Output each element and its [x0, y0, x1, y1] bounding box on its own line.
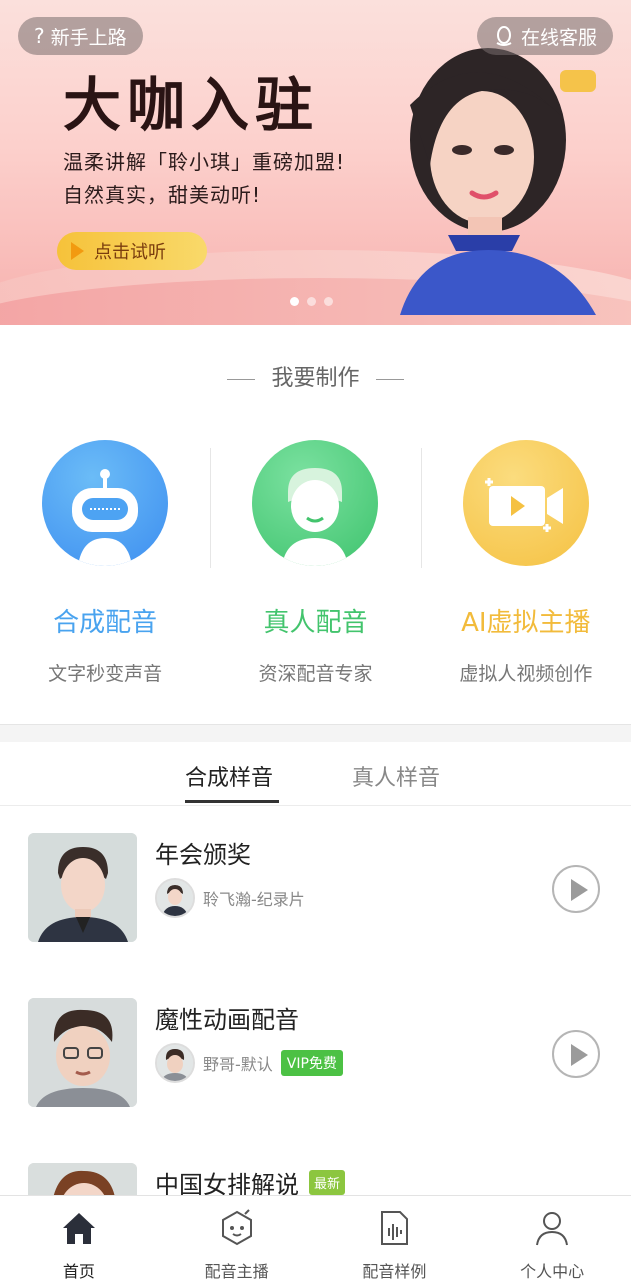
carousel-dot — [324, 297, 333, 306]
play-sample-button[interactable] — [552, 1030, 600, 1078]
make-heading-text: 我要制作 — [271, 366, 360, 391]
audio-file-icon — [381, 1211, 409, 1245]
voice-info: 野哥-默认 VIP免费 — [155, 1043, 343, 1083]
nav-label: 配音样例 — [362, 1262, 427, 1280]
nav-label: 首页 — [62, 1262, 95, 1280]
banner-title: 大咖入驻 — [63, 71, 320, 139]
sample-title-text: 魔性动画配音 — [155, 1006, 299, 1034]
voice-actor-thumbnail — [28, 833, 137, 942]
try-listen-label: 点击试听 — [94, 242, 166, 263]
voice-avatar — [155, 1043, 195, 1083]
banner-subtitle-2: 自然真实，甜美动听! — [63, 183, 262, 207]
new-badge: 最新 — [309, 1170, 346, 1195]
make-options: 合成配音 文字秒变声音 真人配音 资深配音专家 AI虚拟主播 虚拟人视频创作 — [0, 440, 631, 690]
make-option-subtitle: 资深配音专家 — [258, 663, 373, 685]
make-option-title: 合成配音 — [53, 608, 158, 638]
list-item[interactable]: 魔性动画配音 野哥-默认 VIP免费 — [0, 998, 631, 1108]
tab-synthetic-samples[interactable]: 合成样音 — [185, 760, 273, 792]
list-item[interactable]: 年会颁奖 聆飞瀚-纪录片 — [0, 833, 631, 943]
promo-banner[interactable]: ? 新手上路 在线客服 大咖入驻 温柔讲解「聆小琪」重磅加盟! 自然真实，甜美动… — [0, 0, 631, 325]
anchor-bot-icon — [221, 1209, 252, 1246]
voice-name: 野哥-默认 — [203, 1055, 273, 1074]
synthetic-dubbing-option[interactable]: 合成配音 文字秒变声音 — [0, 440, 210, 690]
voice-name: 聆飞瀚-纪录片 — [203, 890, 305, 909]
sample-title-text: 年会颁奖 — [155, 841, 251, 869]
make-option-subtitle: 文字秒变声音 — [48, 663, 163, 685]
robot-icon — [42, 440, 169, 566]
make-option-subtitle: 虚拟人视频创作 — [459, 663, 593, 685]
nav-label: 个人中心 — [520, 1262, 585, 1280]
heading-dash — [227, 378, 256, 380]
beginner-guide-button[interactable]: ? 新手上路 — [18, 17, 143, 55]
online-service-label: 在线客服 — [520, 26, 597, 49]
sample-tabs: 合成样音 真人样音 — [0, 742, 631, 806]
home-icon — [62, 1213, 95, 1244]
vip-free-badge: VIP免费 — [280, 1050, 343, 1076]
ai-virtual-host-option[interactable]: AI虚拟主播 虚拟人视频创作 — [420, 440, 631, 690]
play-sample-button[interactable] — [552, 865, 600, 913]
carousel-indicator — [290, 297, 333, 306]
video-camera-icon — [462, 440, 589, 566]
make-option-title: AI虚拟主播 — [461, 608, 591, 638]
carousel-dot — [307, 297, 316, 306]
beginner-guide-label: 新手上路 — [50, 26, 127, 49]
voice-info: 聆飞瀚-纪录片 — [155, 878, 305, 918]
play-icon — [71, 242, 84, 260]
nav-home[interactable]: 首页 — [0, 1196, 158, 1280]
online-service-button[interactable]: 在线客服 — [476, 17, 613, 55]
make-section-heading: 我要制作 — [0, 360, 631, 392]
human-dubbing-option[interactable]: 真人配音 资深配音专家 — [210, 440, 420, 690]
voice-avatar — [155, 878, 195, 918]
nav-label: 配音主播 — [204, 1262, 269, 1280]
section-divider — [0, 724, 631, 742]
voice-actor-thumbnail — [28, 998, 137, 1107]
bottom-navigation: 首页 配音主播 配音样例 个人中心 — [0, 1195, 631, 1280]
nav-dubbing-samples[interactable]: 配音样例 — [316, 1196, 474, 1280]
banner-subtitle-1: 温柔讲解「聆小琪」重磅加盟! — [63, 150, 346, 174]
virtual-host-illustration — [400, 48, 596, 315]
carousel-dot — [290, 297, 299, 306]
tab-human-samples[interactable]: 真人样音 — [352, 760, 440, 792]
try-listen-button[interactable]: 点击试听 — [57, 232, 207, 270]
active-tab-indicator — [185, 800, 279, 803]
person-icon — [252, 440, 379, 566]
user-icon — [536, 1212, 569, 1246]
heading-dash — [375, 378, 404, 380]
make-option-title: 真人配音 — [263, 608, 368, 638]
question-icon: ? — [34, 24, 45, 48]
nav-personal-center[interactable]: 个人中心 — [473, 1196, 631, 1280]
qq-penguin-icon — [496, 26, 512, 46]
sample-title: 魔性动画配音 — [155, 1000, 299, 1035]
sample-title: 年会颁奖 — [155, 835, 251, 870]
nav-voice-anchors[interactable]: 配音主播 — [158, 1196, 316, 1280]
